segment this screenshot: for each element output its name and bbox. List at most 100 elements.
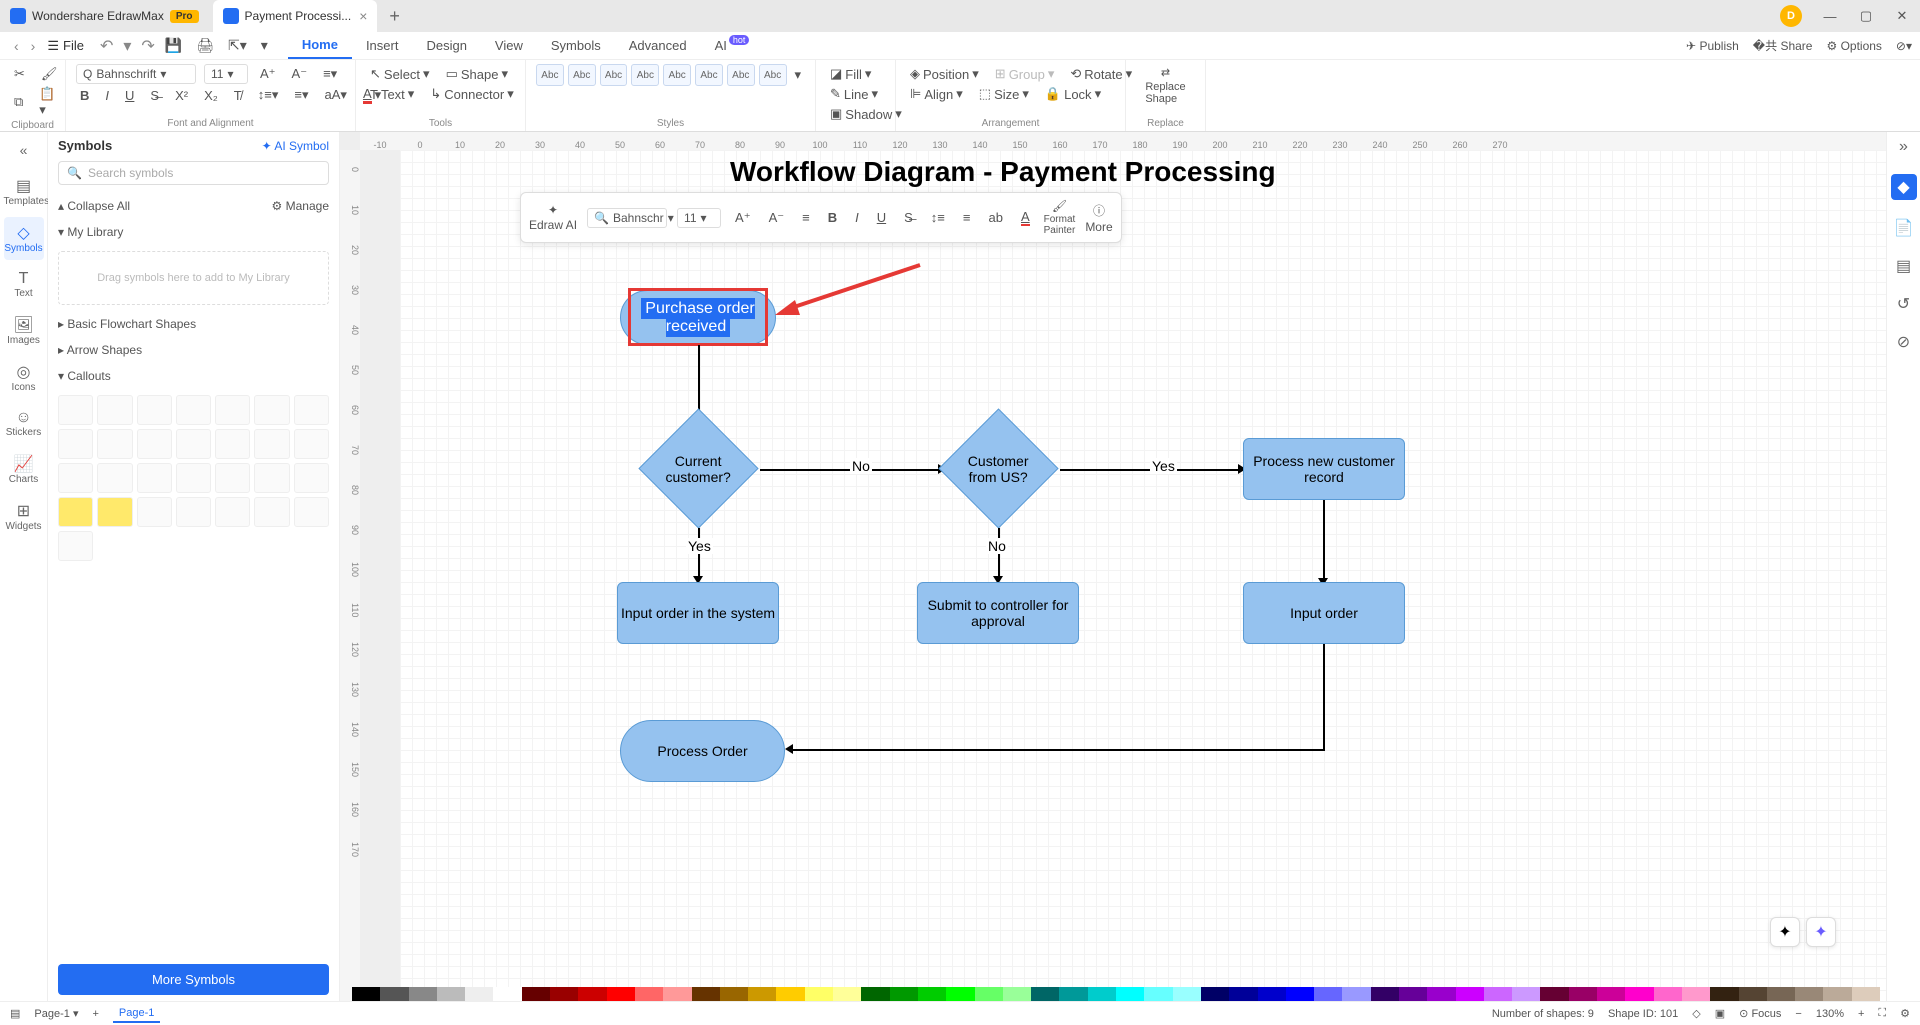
color-swatch[interactable] bbox=[890, 987, 918, 1001]
color-swatch[interactable] bbox=[720, 987, 748, 1001]
symbol-thumb[interactable] bbox=[215, 429, 250, 459]
file-menu[interactable]: ☰File bbox=[41, 38, 90, 54]
rail-templates[interactable]: ▤Templates bbox=[4, 170, 44, 213]
color-swatch[interactable] bbox=[1682, 987, 1710, 1001]
color-swatch[interactable] bbox=[1371, 987, 1399, 1001]
italic-icon[interactable]: I bbox=[101, 86, 113, 105]
save-icon[interactable]: 💾 bbox=[165, 37, 182, 54]
style-preset[interactable]: Abc bbox=[663, 64, 691, 86]
color-swatch[interactable] bbox=[1597, 987, 1625, 1001]
arrow-shapes-section[interactable]: ▸ Arrow Shapes bbox=[58, 337, 329, 363]
expand-right-icon[interactable]: » bbox=[1899, 138, 1908, 156]
mini-underline-icon[interactable]: U bbox=[873, 208, 890, 227]
list-icon[interactable]: ≡▾ bbox=[290, 85, 312, 105]
style-preset[interactable]: Abc bbox=[536, 64, 564, 86]
color-swatch[interactable] bbox=[805, 987, 833, 1001]
connector[interactable] bbox=[1323, 500, 1325, 580]
shape-tool[interactable]: ▭ Shape ▾ bbox=[442, 64, 512, 84]
minimize-icon[interactable]: — bbox=[1812, 9, 1848, 24]
page-layers-icon[interactable]: ▤ bbox=[10, 1007, 20, 1020]
export-icon[interactable]: ⇱▾ bbox=[228, 37, 247, 54]
symbol-thumb[interactable] bbox=[215, 497, 250, 527]
node-decision-customer[interactable]: Current customer? bbox=[638, 408, 758, 528]
callouts-section[interactable]: ▾ Callouts bbox=[58, 363, 329, 389]
avatar[interactable]: D bbox=[1780, 5, 1802, 27]
document-tab[interactable]: Payment Processi... × bbox=[213, 0, 378, 32]
ai-symbol-button[interactable]: ✦ AI Symbol bbox=[262, 139, 329, 153]
mini-textcase-icon[interactable]: ab bbox=[984, 208, 1006, 227]
color-swatch[interactable] bbox=[861, 987, 889, 1001]
symbol-thumb[interactable] bbox=[294, 497, 329, 527]
add-page-icon[interactable]: + bbox=[92, 1008, 98, 1020]
color-swatch[interactable] bbox=[1456, 987, 1484, 1001]
page-fit-icon[interactable]: ▣ bbox=[1715, 1007, 1725, 1020]
select-tool[interactable]: ↖ Select ▾ bbox=[366, 64, 434, 84]
color-swatch[interactable] bbox=[465, 987, 493, 1001]
settings-icon[interactable]: ⚙ bbox=[1900, 1007, 1910, 1020]
color-swatch[interactable] bbox=[975, 987, 1003, 1001]
color-swatch[interactable] bbox=[1031, 987, 1059, 1001]
style-preset[interactable]: Abc bbox=[631, 64, 659, 86]
symbol-thumb[interactable] bbox=[215, 463, 250, 493]
align-set-icon[interactable]: ≡▾ bbox=[319, 64, 341, 84]
more-qa-icon[interactable]: ▾ bbox=[261, 37, 268, 54]
color-palette[interactable] bbox=[352, 987, 1880, 1001]
rail-stickers[interactable]: ☺Stickers bbox=[4, 403, 44, 444]
decrease-font-icon[interactable]: A⁻ bbox=[288, 64, 312, 84]
position-button[interactable]: ◈ Position▾ bbox=[906, 64, 983, 84]
connector[interactable] bbox=[1323, 644, 1325, 750]
symbol-thumb[interactable] bbox=[254, 395, 289, 425]
connector-tool[interactable]: ↳ Connector ▾ bbox=[426, 84, 517, 104]
color-swatch[interactable] bbox=[748, 987, 776, 1001]
color-swatch[interactable] bbox=[380, 987, 408, 1001]
page-tab[interactable]: Page-1 bbox=[113, 1005, 160, 1023]
symbol-thumb[interactable] bbox=[176, 497, 211, 527]
fab-sparkle[interactable]: ✦ bbox=[1770, 917, 1800, 947]
mini-bold-icon[interactable]: B bbox=[824, 208, 841, 227]
symbol-thumb[interactable] bbox=[215, 395, 250, 425]
rail-charts[interactable]: 📈Charts bbox=[4, 448, 44, 491]
color-swatch[interactable] bbox=[1201, 987, 1229, 1001]
symbol-thumb[interactable] bbox=[58, 429, 93, 459]
diagram-title[interactable]: Workflow Diagram - Payment Processing bbox=[730, 156, 1276, 188]
clear-format-icon[interactable]: T̸ bbox=[230, 86, 246, 105]
edraw-ai-button[interactable]: ✦Edraw AI bbox=[529, 203, 577, 232]
symbol-thumb[interactable] bbox=[176, 429, 211, 459]
color-swatch[interactable] bbox=[635, 987, 663, 1001]
canvas[interactable]: Workflow Diagram - Payment Processing Pu… bbox=[400, 150, 1886, 1001]
symbol-thumb[interactable] bbox=[294, 429, 329, 459]
align-button[interactable]: ⊫ Align▾ bbox=[906, 84, 967, 104]
more-symbols-button[interactable]: More Symbols bbox=[58, 964, 329, 995]
rr-layers-icon[interactable]: ▤ bbox=[1896, 256, 1911, 276]
color-swatch[interactable] bbox=[437, 987, 465, 1001]
copy-icon[interactable]: ⧉ bbox=[10, 92, 27, 112]
symbol-thumb[interactable] bbox=[97, 463, 132, 493]
style-preset[interactable]: Abc bbox=[600, 64, 628, 86]
color-swatch[interactable] bbox=[607, 987, 635, 1001]
color-swatch[interactable] bbox=[1484, 987, 1512, 1001]
color-swatch[interactable] bbox=[1569, 987, 1597, 1001]
options-button[interactable]: ⚙ Options bbox=[1826, 39, 1881, 53]
menu-home[interactable]: Home bbox=[288, 32, 352, 59]
color-swatch[interactable] bbox=[918, 987, 946, 1001]
style-preset[interactable]: Abc bbox=[727, 64, 755, 86]
fit-icon[interactable]: ◇ bbox=[1692, 1007, 1700, 1020]
color-swatch[interactable] bbox=[1173, 987, 1201, 1001]
fullscreen-icon[interactable]: ⛶ bbox=[1878, 1007, 1886, 1020]
zoom-out-icon[interactable]: − bbox=[1795, 1008, 1801, 1020]
connector[interactable] bbox=[793, 749, 1325, 751]
color-swatch[interactable] bbox=[776, 987, 804, 1001]
collapse-all-button[interactable]: ▴ Collapse All bbox=[58, 199, 130, 213]
mini-list-icon[interactable]: ≡ bbox=[959, 208, 975, 227]
rr-style-icon[interactable]: ◆ bbox=[1891, 174, 1917, 200]
rr-help-icon[interactable]: ⊘ bbox=[1897, 332, 1910, 352]
symbol-thumb[interactable] bbox=[294, 463, 329, 493]
node-end[interactable]: Process Order bbox=[620, 720, 785, 782]
color-swatch[interactable] bbox=[1427, 987, 1455, 1001]
back-icon[interactable]: ‹ bbox=[8, 38, 25, 54]
symbol-thumb[interactable] bbox=[58, 463, 93, 493]
menu-insert[interactable]: Insert bbox=[352, 32, 413, 59]
color-swatch[interactable] bbox=[1767, 987, 1795, 1001]
color-swatch[interactable] bbox=[1654, 987, 1682, 1001]
color-swatch[interactable] bbox=[1399, 987, 1427, 1001]
